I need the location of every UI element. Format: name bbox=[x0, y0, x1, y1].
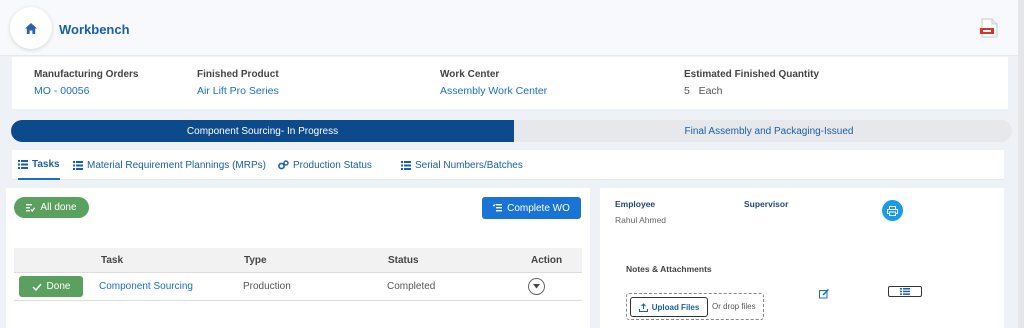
page-header: Workbench bbox=[0, 0, 1024, 56]
estimated-quantity-value: 5 Each bbox=[684, 85, 723, 97]
assignment-panel: Employee Rahul Ahmed Supervisor Notes & … bbox=[600, 188, 1004, 328]
list-icon bbox=[401, 160, 411, 170]
caret-down-icon bbox=[533, 284, 540, 289]
work-center-link[interactable]: Assembly Work Center bbox=[440, 85, 547, 97]
table-header-row: Task Type Status Action bbox=[14, 248, 582, 273]
checklist-icon bbox=[493, 204, 503, 212]
checklist-icon bbox=[26, 203, 36, 212]
column-header-status: Status bbox=[388, 255, 419, 266]
action-dropdown-button[interactable] bbox=[528, 278, 545, 295]
info-label: Manufacturing Orders bbox=[34, 69, 139, 80]
list-view-button[interactable] bbox=[888, 286, 922, 297]
operation-stepper: Component Sourcing- In Progress Final As… bbox=[11, 120, 1012, 142]
printer-icon bbox=[887, 205, 898, 216]
tab-mrps[interactable]: Material Requirement Plannings (MRPs) bbox=[73, 150, 266, 180]
info-work-center: Work Center Assembly Work Center bbox=[440, 69, 547, 97]
page-scrollbar[interactable] bbox=[1018, 0, 1024, 328]
page-title: Workbench bbox=[59, 22, 130, 37]
info-manufacturing-order: Manufacturing Orders MO - 00056 bbox=[34, 69, 138, 97]
manufacturing-order-link[interactable]: MO - 00056 bbox=[34, 85, 138, 97]
print-button[interactable] bbox=[882, 200, 903, 221]
notes-attachments-label: Notes & Attachments bbox=[626, 264, 712, 274]
info-label: Work Center bbox=[440, 69, 500, 80]
upload-files-button[interactable]: Upload Files bbox=[630, 297, 708, 317]
complete-wo-button[interactable]: Complete WO bbox=[482, 197, 581, 219]
tasks-table: Task Type Status Action Done Component S… bbox=[14, 248, 582, 301]
upload-icon bbox=[638, 302, 648, 312]
done-label: Done bbox=[46, 281, 71, 292]
employee-label: Employee bbox=[615, 199, 656, 209]
drop-files-hint: Or drop files bbox=[712, 302, 756, 311]
column-header-type: Type bbox=[244, 255, 267, 266]
step-final-assembly[interactable]: Final Assembly and Packaging-Issued bbox=[514, 120, 1012, 142]
tab-label: Material Requirement Plannings (MRPs) bbox=[87, 159, 266, 171]
info-label: Estimated Finished Quantity bbox=[684, 69, 820, 80]
supervisor-label: Supervisor bbox=[744, 199, 789, 209]
list-icon bbox=[73, 160, 83, 170]
info-finished-product: Finished Product Air Lift Pro Series bbox=[197, 69, 279, 97]
all-done-button[interactable]: All done bbox=[14, 197, 89, 218]
home-icon bbox=[25, 22, 37, 34]
finished-product-link[interactable]: Air Lift Pro Series bbox=[197, 85, 279, 97]
tab-label: Production Status bbox=[293, 159, 372, 171]
done-button[interactable]: Done bbox=[19, 276, 83, 297]
table-row: Done Component Sourcing Production Compl… bbox=[14, 273, 582, 301]
list-icon bbox=[900, 288, 910, 295]
check-icon bbox=[32, 283, 42, 291]
complete-wo-label: Complete WO bbox=[507, 202, 570, 214]
order-info-card: Manufacturing Orders MO - 00056 Finished… bbox=[12, 57, 1008, 109]
employee-value: Rahul Ahmed bbox=[615, 215, 667, 225]
gears-icon bbox=[278, 160, 289, 170]
pdf-export-icon[interactable] bbox=[980, 18, 998, 43]
all-done-label: All done bbox=[40, 202, 77, 213]
tab-serial-numbers[interactable]: Serial Numbers/Batches bbox=[401, 150, 523, 180]
tab-label: Serial Numbers/Batches bbox=[415, 159, 523, 171]
task-name-link[interactable]: Component Sourcing bbox=[99, 281, 193, 292]
tab-label: Tasks bbox=[32, 158, 60, 170]
tasks-panel: All done Complete WO Task Type Status Ac… bbox=[6, 188, 590, 328]
info-label: Finished Product bbox=[197, 69, 279, 80]
info-estimated-quantity: Estimated Finished Quantity 5 Each bbox=[684, 69, 819, 97]
tab-production-status[interactable]: Production Status bbox=[278, 150, 372, 180]
tab-tasks[interactable]: Tasks bbox=[18, 150, 60, 180]
home-button[interactable] bbox=[10, 7, 52, 49]
list-icon bbox=[18, 159, 28, 169]
task-status: Completed bbox=[387, 281, 436, 292]
upload-label: Upload Files bbox=[651, 302, 700, 312]
task-type: Production bbox=[243, 281, 291, 292]
workbench-tabs: Tasks Material Requirement Plannings (MR… bbox=[12, 150, 1004, 180]
column-header-task: Task bbox=[101, 255, 124, 266]
edit-icon[interactable] bbox=[819, 286, 830, 304]
column-header-action: Action bbox=[531, 255, 563, 266]
step-component-sourcing[interactable]: Component Sourcing- In Progress bbox=[11, 120, 514, 142]
file-drop-zone[interactable]: Upload Files Or drop files bbox=[626, 293, 764, 320]
